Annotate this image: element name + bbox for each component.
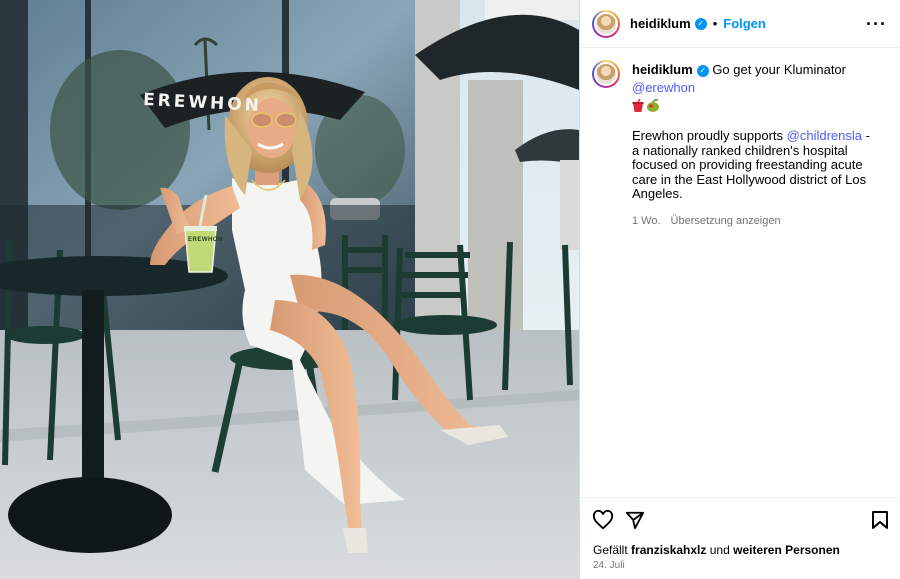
caption: heidiklum ✓ Go get your Kluminator @erewh… bbox=[592, 60, 892, 230]
action-bar: Gefällt franziskahxlz und weiteren Perso… bbox=[580, 497, 900, 579]
caption-lead: Go get your Kluminator bbox=[712, 62, 846, 77]
follow-button[interactable]: Folgen bbox=[723, 16, 766, 31]
likes-summary: Gefällt franziskahxlz und weiteren Perso… bbox=[593, 543, 840, 557]
caption-body: heidiklum ✓ Go get your Kluminator @erewh… bbox=[632, 60, 892, 230]
likes-others-link[interactable]: weiteren Personen bbox=[733, 543, 840, 557]
more-options-icon[interactable]: ··· bbox=[866, 14, 887, 35]
caption-emojis bbox=[632, 98, 892, 114]
likes-prefix: Gefällt bbox=[593, 543, 628, 557]
likes-user-link[interactable]: franziskahxlz bbox=[631, 543, 706, 557]
verified-badge-icon: ✓ bbox=[696, 64, 709, 77]
post-photo[interactable]: EREWHON EREWHON bbox=[0, 0, 579, 579]
description-text-pre: Erewhon proudly supports bbox=[632, 128, 784, 143]
caption-username[interactable]: heidiklum bbox=[632, 62, 693, 77]
post-header: heidiklum ✓ • Folgen ··· bbox=[580, 0, 900, 48]
header-username[interactable]: heidiklum bbox=[630, 16, 691, 31]
cup-label: EREWHON bbox=[188, 237, 223, 243]
bookmark-icon[interactable] bbox=[871, 510, 889, 530]
likes-middle: und bbox=[709, 543, 730, 557]
photo-scene bbox=[0, 0, 579, 579]
translate-link[interactable]: Übersetzung anzeigen bbox=[671, 215, 781, 227]
post-side-panel: heidiklum ✓ • Folgen ··· heidiklum ✓ Go g… bbox=[579, 0, 900, 579]
caption-description: Erewhon proudly supports @childrensla - … bbox=[632, 128, 872, 202]
cup-with-straw-emoji-icon bbox=[632, 99, 644, 112]
instagram-post: EREWHON EREWHON heidiklum ✓ • Folgen ···… bbox=[0, 0, 900, 579]
avatar[interactable] bbox=[592, 9, 620, 38]
post-date[interactable]: 24. Juli bbox=[593, 560, 625, 571]
heart-icon[interactable] bbox=[592, 510, 614, 530]
share-icon[interactable] bbox=[625, 510, 645, 530]
caption-meta: 1 Wo. Übersetzung anzeigen bbox=[632, 212, 892, 230]
olive-emoji-icon bbox=[647, 99, 659, 112]
caption-avatar[interactable] bbox=[592, 60, 620, 88]
verified-badge-icon: ✓ bbox=[694, 17, 707, 30]
description-mention-link[interactable]: @childrensla bbox=[787, 128, 862, 143]
separator-dot: • bbox=[712, 16, 718, 31]
caption-mention-link[interactable]: @erewhon bbox=[632, 80, 695, 95]
time-ago[interactable]: 1 Wo. bbox=[632, 215, 661, 227]
